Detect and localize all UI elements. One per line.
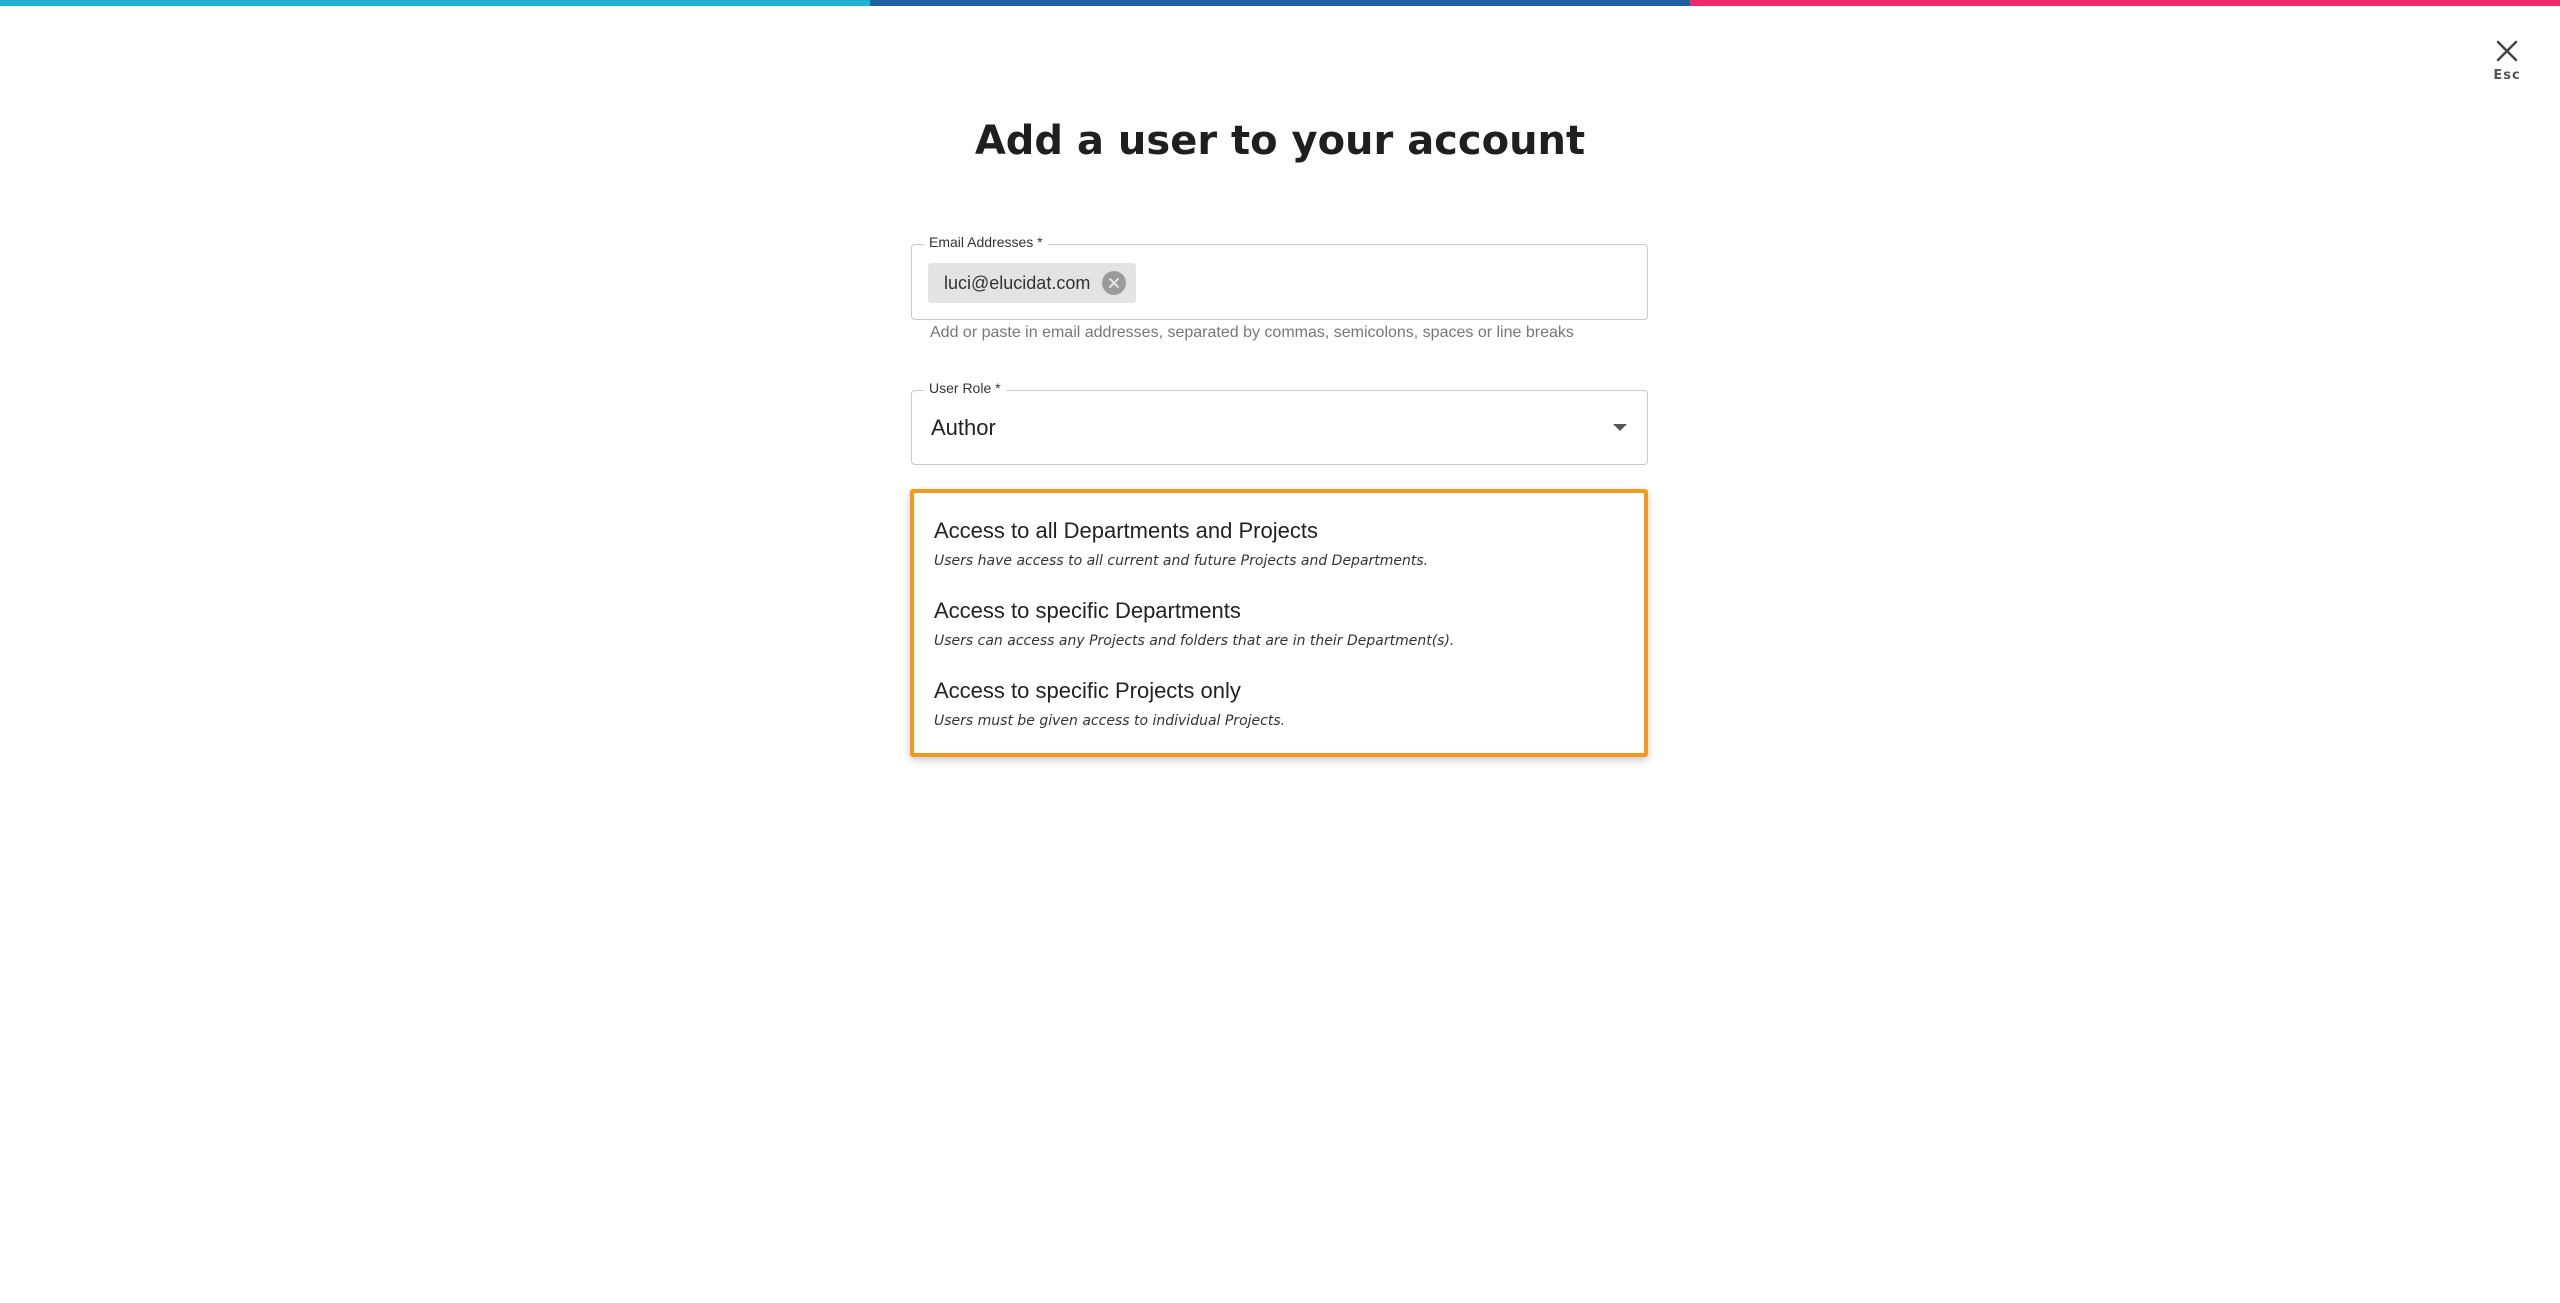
access-option-description: Users must be given access to individual… (934, 713, 1286, 729)
remove-circle-icon[interactable] (1102, 271, 1127, 295)
accent-segment-pink (1690, 0, 2560, 6)
caret-down-icon[interactable] (1613, 424, 1627, 431)
access-option-projects[interactable]: Access to specific Projects only Users m… (934, 677, 1624, 729)
esc-label: Esc (2493, 68, 2521, 83)
email-chip: luci@elucidat.com (928, 263, 1137, 303)
access-option-description: Users have access to all current and fut… (934, 553, 1429, 569)
access-option-departments[interactable]: Access to specific Departments Users can… (934, 597, 1624, 649)
user-role-value: Author (931, 415, 996, 440)
access-option-title: Access to specific Projects only (934, 678, 1241, 703)
access-option-all[interactable]: Access to all Departments and Projects U… (934, 517, 1624, 569)
email-chip-text: luci@elucidat.com (944, 272, 1091, 293)
access-option-title: Access to all Departments and Projects (934, 518, 1318, 543)
close-icon[interactable] (2496, 40, 2518, 62)
page-title: Add a user to your account (974, 118, 1586, 164)
accent-segment-cyan (0, 0, 870, 6)
close-button[interactable]: Esc (2482, 40, 2532, 92)
user-role-select[interactable]: User Role * Author (911, 380, 1648, 465)
email-helper-text: Add or paste in email addresses, separat… (930, 324, 1574, 341)
access-options-panel: Access to all Departments and Projects U… (910, 489, 1648, 757)
email-addresses-label: Email Addresses * (924, 234, 1048, 250)
access-option-description: Users can access any Projects and folder… (934, 633, 1455, 649)
user-role-label: User Role * (924, 380, 1006, 396)
top-accent-bar (0, 0, 2560, 6)
accent-segment-blue (870, 0, 1690, 6)
access-option-title: Access to specific Departments (934, 598, 1241, 623)
email-addresses-field[interactable]: Email Addresses * luci@elucidat.com (911, 234, 1648, 320)
